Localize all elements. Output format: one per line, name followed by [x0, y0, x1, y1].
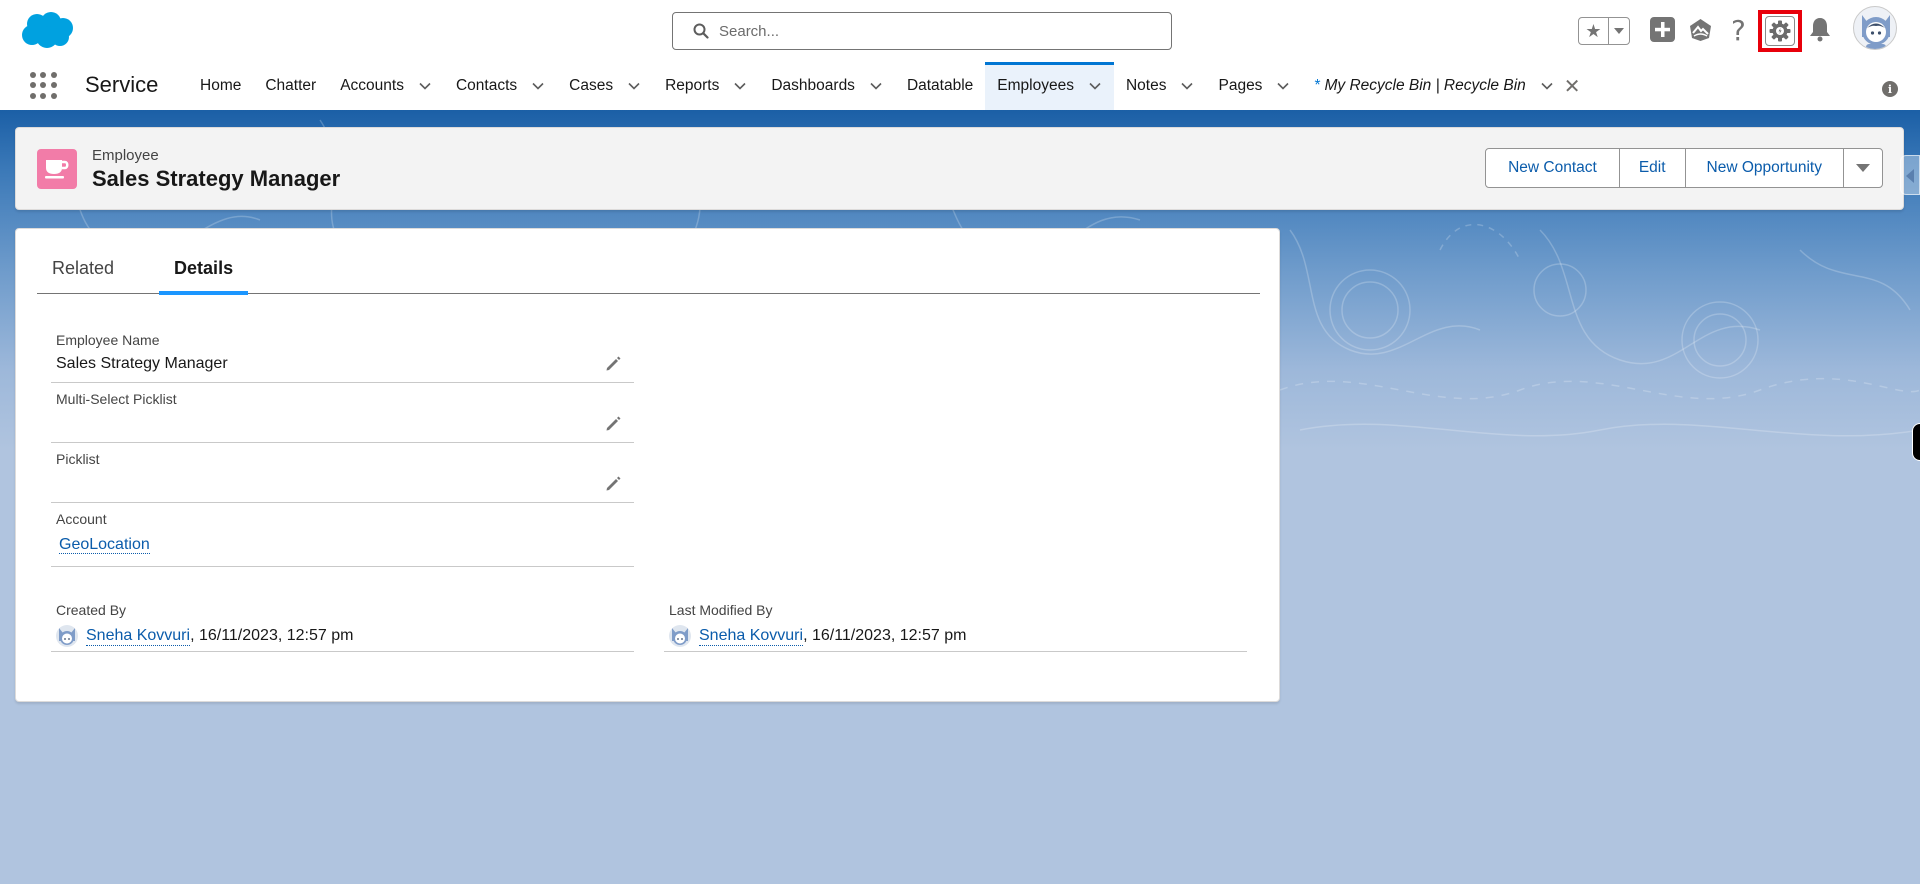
global-actions-plus-icon[interactable]: [1650, 17, 1675, 42]
unsaved-marker: *: [1314, 77, 1321, 94]
record-title: Sales Strategy Manager: [92, 166, 341, 191]
new-opportunity-button[interactable]: New Opportunity: [1685, 149, 1844, 187]
created-by-user-link[interactable]: Sneha Kovvuri: [86, 627, 191, 646]
nav-tab-contacts[interactable]: Contacts: [444, 62, 557, 110]
nav-tab-label: Home: [200, 77, 242, 94]
nav-tab-label: Cases: [569, 77, 614, 94]
field-multi-select-picklist: Multi-Select Picklist: [51, 383, 634, 443]
chevron-down-icon[interactable]: [733, 79, 747, 93]
utility-panel-collapse-toggle[interactable]: [1900, 155, 1920, 195]
nav-tab-cases[interactable]: Cases: [557, 62, 653, 110]
record-detail-card: Related Details Employee Name Sales Stra…: [15, 228, 1280, 702]
chevron-down-icon[interactable]: [869, 79, 883, 93]
tab-details[interactable]: Details: [159, 244, 249, 295]
chevron-down-icon[interactable]: [1180, 79, 1194, 93]
close-tab-icon[interactable]: ✕: [1564, 74, 1581, 99]
field-last-modified-by: Last Modified By Sneha Kovvuri , 16/11/2…: [664, 593, 1247, 652]
user-avatar: [669, 625, 691, 647]
edit-button[interactable]: Edit: [1619, 149, 1686, 187]
field-value: Sneha Kovvuri , 16/11/2023, 12:57 pm: [56, 625, 353, 647]
last-modified-user-link[interactable]: Sneha Kovvuri: [699, 627, 804, 646]
nav-tab-label: My Recycle Bin | Recycle Bin: [1324, 77, 1526, 94]
chevron-down-icon[interactable]: [627, 79, 641, 93]
help-question-icon[interactable]: ?: [1731, 14, 1746, 47]
global-search[interactable]: [672, 12, 1172, 50]
record-object-type: Employee: [92, 147, 159, 164]
more-actions-button[interactable]: [1844, 149, 1882, 187]
field-label: Created By: [56, 602, 127, 618]
trailhead-icon[interactable]: [1688, 18, 1713, 42]
global-header: ★ ?: [0, 0, 1920, 62]
field-employee-name: Employee Name Sales Strategy Manager: [51, 325, 634, 383]
edit-pencil-icon[interactable]: [604, 475, 622, 493]
field-label: Multi-Select Picklist: [56, 391, 177, 407]
user-profile-avatar[interactable]: [1853, 6, 1897, 50]
nav-tab-employees[interactable]: Employees: [985, 62, 1114, 110]
nav-tab-dashboards[interactable]: Dashboards: [759, 62, 895, 110]
nav-tab-label: Contacts: [455, 77, 518, 94]
salesforce-logo-icon[interactable]: [20, 11, 74, 49]
nav-tab-label: Pages: [1218, 77, 1263, 94]
nav-tab-accounts[interactable]: Accounts: [328, 62, 444, 110]
chevron-down-icon[interactable]: [418, 79, 432, 93]
gear-icon: [1769, 20, 1791, 42]
nav-tab-notes[interactable]: Notes: [1114, 62, 1207, 110]
favorites-menu-caret-icon[interactable]: [1609, 18, 1629, 44]
field-value: GeoLocation: [59, 536, 150, 554]
field-value: Sneha Kovvuri , 16/11/2023, 12:57 pm: [669, 625, 966, 647]
field-label: Account: [56, 511, 107, 527]
field-label: Employee Name: [56, 332, 160, 348]
field-created-by: Created By Sneha Kovvuri , 16/11/2023, 1…: [51, 593, 634, 652]
field-label: Picklist: [56, 451, 100, 467]
app-name: Service: [85, 72, 159, 97]
record-actions: New Contact Edit New Opportunity: [1485, 148, 1883, 188]
nav-tab-label: Notes: [1125, 77, 1167, 94]
info-icon[interactable]: i: [1882, 81, 1898, 97]
app-launcher-icon[interactable]: [30, 72, 58, 100]
nav-tab-label: Dashboards: [771, 77, 855, 94]
nav-tab-home[interactable]: Home: [188, 62, 253, 110]
nav-items: Home Chatter Accounts Contacts Cases Reports D…: [188, 62, 1593, 110]
last-modified-date: , 16/11/2023, 12:57 pm: [803, 627, 967, 644]
employee-cup-icon: [37, 149, 77, 189]
record-highlights-panel: Employee Sales Strategy Manager New Cont…: [15, 127, 1904, 210]
chevron-down-icon[interactable]: [531, 79, 545, 93]
edit-pencil-icon[interactable]: [604, 355, 622, 373]
field-label: Last Modified By: [669, 602, 773, 618]
nav-tab-reports[interactable]: Reports: [653, 62, 759, 110]
edit-pencil-icon[interactable]: [604, 415, 622, 433]
side-panel-tab[interactable]: [1912, 423, 1920, 461]
search-icon: [693, 23, 709, 39]
field-value: Sales Strategy Manager: [56, 355, 228, 372]
tab-related[interactable]: Related: [37, 244, 129, 293]
nav-tab-my-recycle-bin-recycle-bin[interactable]: * My Recycle Bin | Recycle Bin ✕: [1302, 62, 1592, 110]
nav-tab-datatable[interactable]: Datatable: [895, 62, 985, 110]
nav-tab-label: Employees: [997, 77, 1074, 94]
search-input[interactable]: [719, 22, 1159, 40]
field-account: Account GeoLocation: [51, 503, 634, 567]
record-tabs: Related Details: [37, 244, 1260, 295]
account-link[interactable]: GeoLocation: [59, 536, 150, 554]
favorites-group: ★: [1578, 17, 1630, 45]
caret-down-icon: [1856, 164, 1870, 172]
user-avatar: [56, 625, 78, 647]
chevron-down-icon[interactable]: [1276, 79, 1290, 93]
created-date: , 16/11/2023, 12:57 pm: [190, 627, 354, 644]
favorites-star-icon[interactable]: ★: [1579, 18, 1609, 44]
notifications-bell-icon[interactable]: [1809, 16, 1831, 42]
nav-tab-chatter[interactable]: Chatter: [253, 62, 328, 110]
nav-tab-label: Accounts: [340, 77, 404, 94]
chevron-down-icon[interactable]: [1540, 79, 1554, 93]
nav-tab-label: Reports: [665, 77, 720, 94]
nav-tab-label: Chatter: [265, 77, 317, 94]
chevron-down-icon[interactable]: [1088, 79, 1102, 93]
setup-gear-button[interactable]: [1758, 10, 1802, 52]
nav-tab-pages[interactable]: Pages: [1206, 62, 1302, 110]
new-contact-button[interactable]: New Contact: [1486, 149, 1620, 187]
nav-tab-label: Datatable: [906, 77, 974, 94]
field-picklist: Picklist: [51, 443, 634, 503]
app-navigation-bar: Service Home Chatter Accounts Contacts Cases…: [0, 62, 1920, 110]
